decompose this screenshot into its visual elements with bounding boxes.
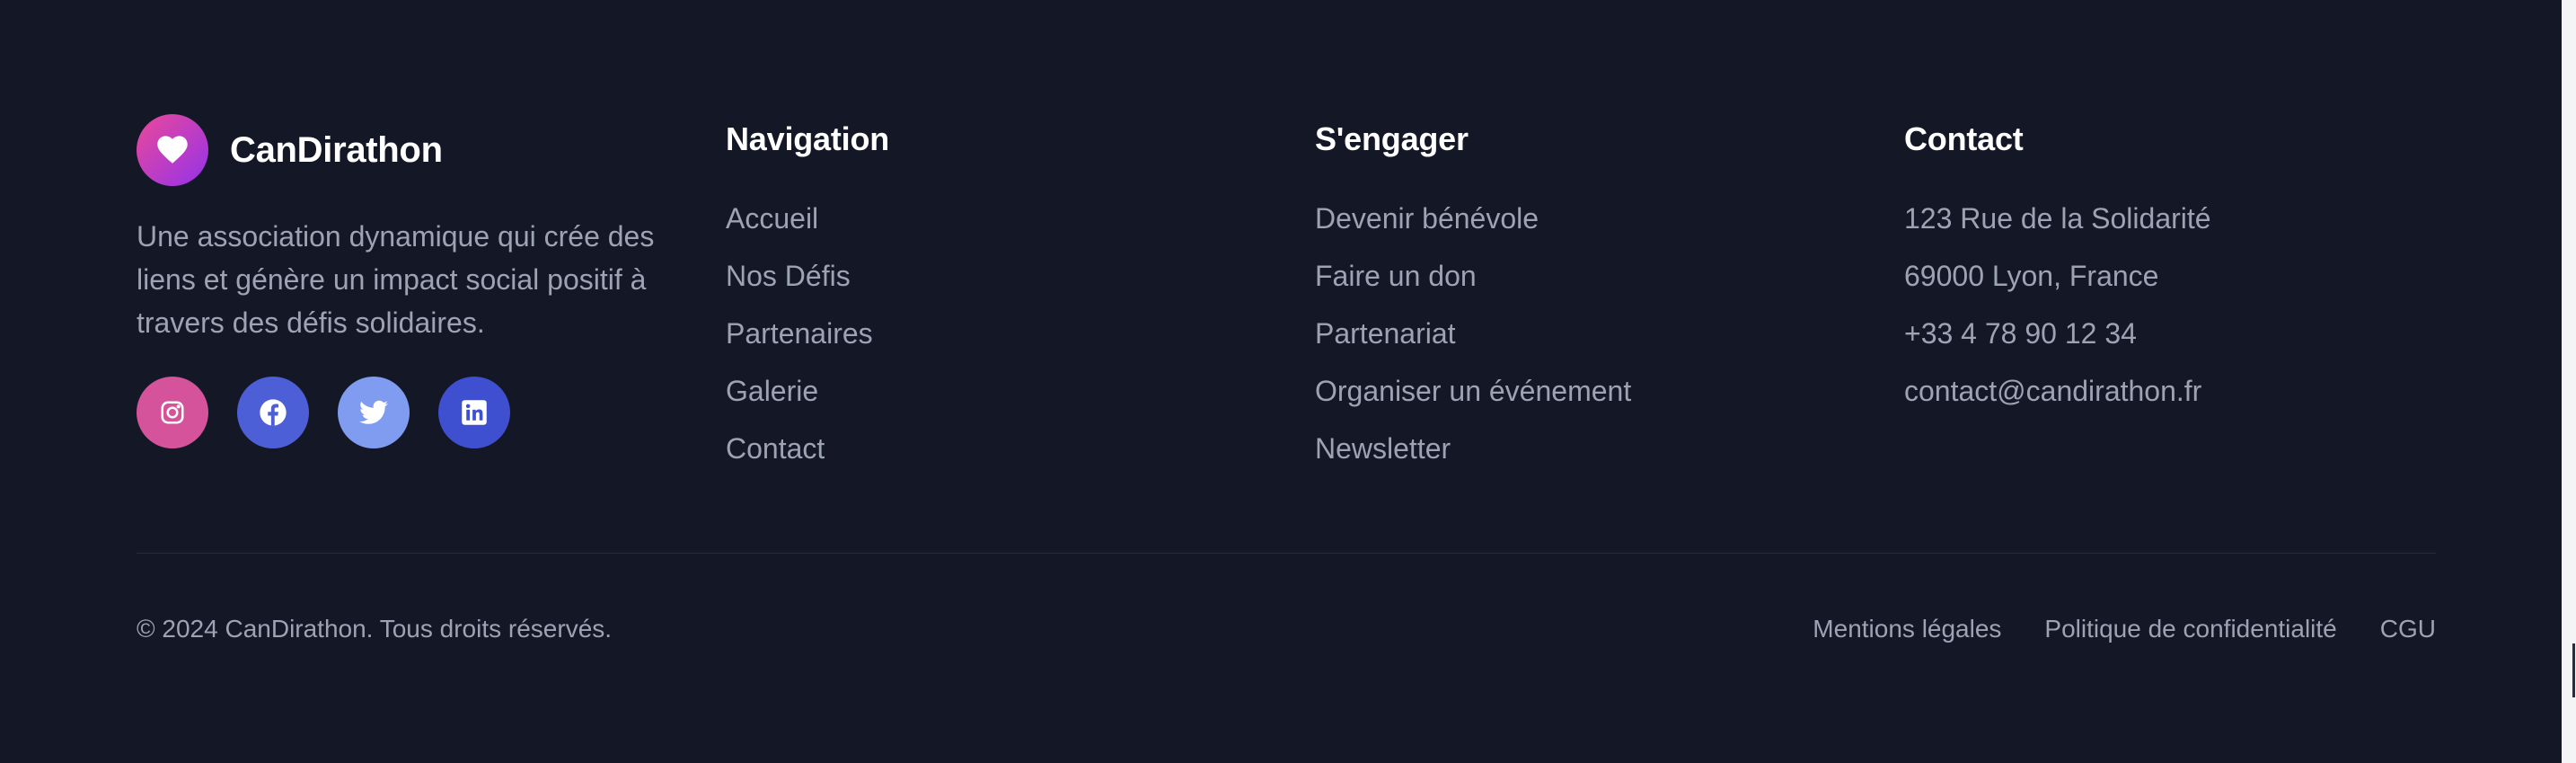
social-links <box>137 377 675 448</box>
brand-logo[interactable] <box>137 114 208 186</box>
contact-address: 123 Rue de la Solidarité <box>1904 202 2211 235</box>
contact-column: Contact 123 Rue de la Solidarité 69000 L… <box>1904 114 2211 420</box>
contact-city: 69000 Lyon, France <box>1904 260 2159 292</box>
instagram-icon <box>161 401 184 424</box>
nav-link-accueil[interactable]: Accueil <box>726 190 889 247</box>
brand-tagline: Une association dynamique qui crée des l… <box>137 220 655 339</box>
linkedin-button[interactable] <box>438 377 510 448</box>
legal-link-confidentialite[interactable]: Politique de confidentialité <box>2044 615 2336 643</box>
engage-link-don[interactable]: Faire un don <box>1315 247 1631 305</box>
engage-link-partenariat[interactable]: Partenariat <box>1315 305 1631 362</box>
engage-heading: S'engager <box>1315 120 1469 157</box>
brand-name[interactable]: CanDirathon <box>230 130 443 171</box>
legal-links: Mentions légales Politique de confidenti… <box>1813 615 2436 643</box>
twitter-button[interactable] <box>338 377 410 448</box>
linkedin-icon <box>462 400 487 425</box>
copyright-text: © 2024 CanDirathon. Tous droits réservés… <box>137 615 613 643</box>
scrollbar-thumb[interactable] <box>2572 643 2575 697</box>
facebook-button[interactable] <box>237 377 309 448</box>
footer-brand: CanDirathon Une association dynamique qu… <box>137 114 675 448</box>
nav-link-contact[interactable]: Contact <box>726 420 889 477</box>
contact-list: 123 Rue de la Solidarité 69000 Lyon, Fra… <box>1904 190 2211 420</box>
engage-link-evenement[interactable]: Organiser un événement <box>1315 362 1631 420</box>
engage-list: Devenir bénévole Faire un don Partenaria… <box>1315 190 1631 477</box>
heart-icon <box>157 136 188 164</box>
legal-link-mentions[interactable]: Mentions légales <box>1813 615 2001 643</box>
site-footer: CanDirathon Une association dynamique qu… <box>0 0 2562 763</box>
nav-link-galerie[interactable]: Galerie <box>726 362 889 420</box>
facebook-icon <box>260 399 287 426</box>
nav-link-nos-defis[interactable]: Nos Défis <box>726 247 889 305</box>
engage-link-newsletter[interactable]: Newsletter <box>1315 420 1631 477</box>
engage-link-benevole[interactable]: Devenir bénévole <box>1315 190 1631 247</box>
contact-heading: Contact <box>1904 120 2024 157</box>
legal-link-cgu[interactable]: CGU <box>2380 615 2436 643</box>
contact-phone[interactable]: +33 4 78 90 12 34 <box>1904 305 2211 362</box>
instagram-button[interactable] <box>137 377 208 448</box>
contact-email[interactable]: contact@candirathon.fr <box>1904 362 2211 420</box>
footer-divider <box>137 553 2436 554</box>
nav-link-partenaires[interactable]: Partenaires <box>726 305 889 362</box>
engage-column: S'engager Devenir bénévole Faire un don … <box>1315 114 1631 477</box>
navigation-list: Accueil Nos Défis Partenaires Galerie Co… <box>726 190 889 477</box>
footer-bottom-bar: © 2024 CanDirathon. Tous droits réservés… <box>137 608 2436 651</box>
twitter-icon <box>359 400 388 424</box>
navigation-column: Navigation Accueil Nos Défis Partenaires… <box>726 114 889 477</box>
navigation-heading: Navigation <box>726 120 890 157</box>
brand-row: CanDirathon <box>137 114 675 186</box>
